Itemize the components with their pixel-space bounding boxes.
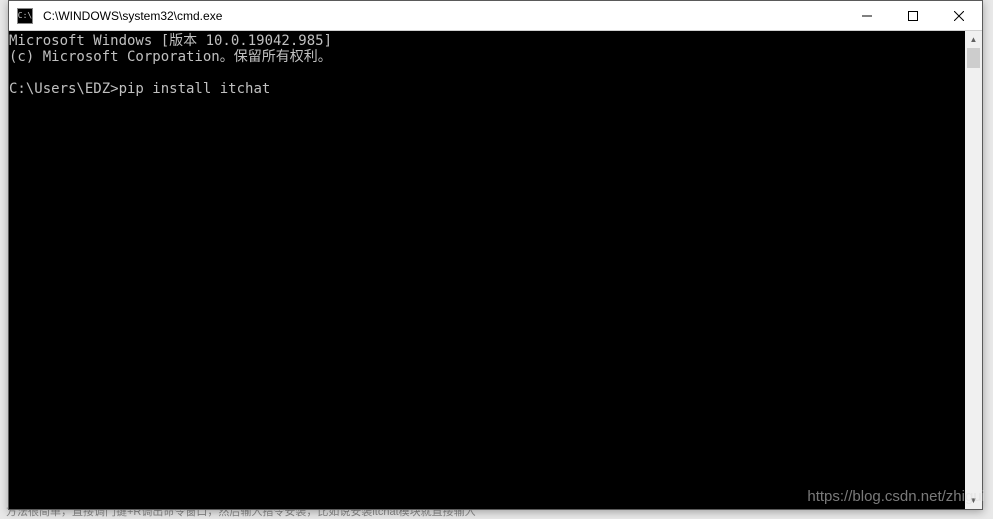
console-area: Microsoft Windows [版本 10.0.19042.985] (c… [9,31,982,509]
vertical-scrollbar[interactable]: ▲ ▼ [965,31,982,509]
cmd-window: C:\ C:\WINDOWS\system32\cmd.exe Microsof… [8,0,983,510]
version-line: Microsoft Windows [版本 10.0.19042.985] [9,33,332,49]
cmd-icon: C:\ [17,8,33,24]
window-title: C:\WINDOWS\system32\cmd.exe [41,9,844,23]
close-button[interactable] [936,1,982,30]
maximize-button[interactable] [890,1,936,30]
command-text: pip install itchat [119,81,271,97]
console-output[interactable]: Microsoft Windows [版本 10.0.19042.985] (c… [9,31,965,509]
scroll-track[interactable] [965,48,982,492]
minimize-button[interactable] [844,1,890,30]
copyright-line: (c) Microsoft Corporation。保留所有权利。 [9,49,332,65]
scroll-up-arrow-icon[interactable]: ▲ [965,31,982,48]
scroll-down-arrow-icon[interactable]: ▼ [965,492,982,509]
prompt: C:\Users\EDZ> [9,81,119,97]
titlebar[interactable]: C:\ C:\WINDOWS\system32\cmd.exe [9,1,982,31]
scroll-thumb[interactable] [967,48,980,68]
window-controls [844,1,982,30]
